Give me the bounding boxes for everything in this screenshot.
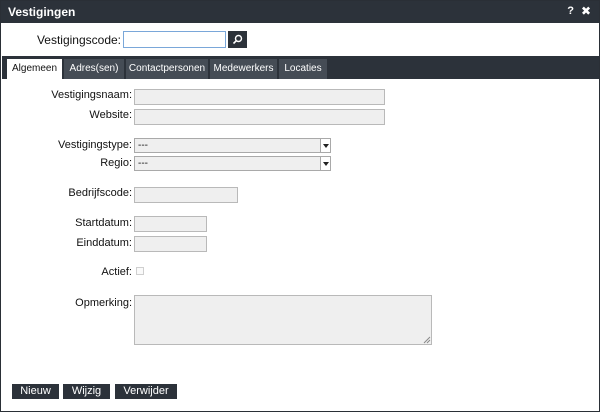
vestigingsnaam-field[interactable] xyxy=(134,89,385,105)
tab-medewerkers[interactable]: Medewerkers xyxy=(210,59,277,79)
edit-button[interactable]: Wijzig xyxy=(63,384,110,399)
vestigingscode-label: Vestigingscode: xyxy=(36,33,121,47)
new-button[interactable]: Nieuw xyxy=(12,384,59,399)
actief-checkbox[interactable] xyxy=(136,267,144,275)
regio-label: Regio: xyxy=(100,157,132,169)
opmerking-textarea[interactable] xyxy=(134,295,432,345)
search-button[interactable] xyxy=(228,31,247,48)
tab-adressen[interactable]: Adres(sen) xyxy=(64,59,124,79)
startdatum-field[interactable] xyxy=(134,216,207,232)
opmerking-label: Opmerking: xyxy=(75,297,132,309)
einddatum-field[interactable] xyxy=(134,236,207,252)
close-icon[interactable]: ✖ xyxy=(581,4,591,18)
vestigingstype-selected-value: --- xyxy=(138,140,148,151)
vestigingstype-label: Vestigingstype: xyxy=(58,139,132,151)
chevron-down-icon xyxy=(320,157,330,170)
regio-selected-value: --- xyxy=(138,158,148,169)
search-icon xyxy=(232,34,243,45)
website-label: Website: xyxy=(89,109,132,121)
actief-label: Actief: xyxy=(101,266,132,278)
tab-algemeen[interactable]: Algemeen xyxy=(7,59,62,80)
title-bar: Vestigingen ? ✖ xyxy=(1,1,599,23)
chevron-down-icon xyxy=(320,139,330,152)
tab-locaties[interactable]: Locaties xyxy=(279,59,327,79)
tab-bar: Algemeen Adres(sen) Contactpersonen Mede… xyxy=(2,56,599,80)
vestigingsnaam-label: Vestigingsnaam: xyxy=(51,89,132,101)
startdatum-label: Startdatum: xyxy=(75,217,132,229)
vestigingen-dialog: Vestigingen ? ✖ Vestigingscode: Algemeen… xyxy=(0,0,600,412)
tab-contactpersonen[interactable]: Contactpersonen xyxy=(126,59,208,79)
delete-button[interactable]: Verwijder xyxy=(115,384,177,399)
window-title: Vestigingen xyxy=(8,5,76,19)
vestigingscode-input[interactable] xyxy=(123,31,226,48)
website-field[interactable] xyxy=(134,109,385,125)
regio-select[interactable]: --- xyxy=(134,156,331,171)
resize-grip-icon[interactable] xyxy=(423,336,431,344)
einddatum-label: Einddatum: xyxy=(76,237,132,249)
bedrijfscode-label: Bedrijfscode: xyxy=(68,187,132,199)
bedrijfscode-field[interactable] xyxy=(134,187,238,203)
help-icon[interactable]: ? xyxy=(567,5,574,17)
vestigingstype-select[interactable]: --- xyxy=(134,138,331,153)
